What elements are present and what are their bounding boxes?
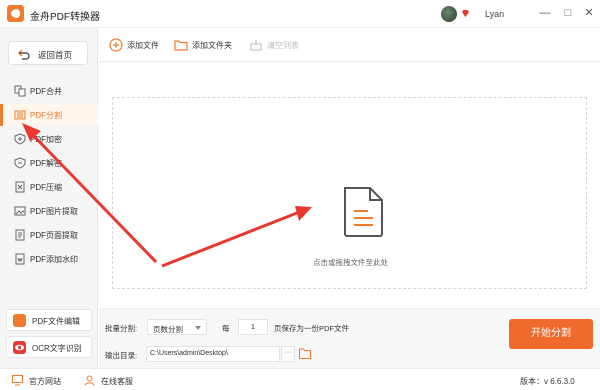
- toolbar: 添加文件 添加文件夹 清空列表: [99, 28, 600, 62]
- save-as-label: 页保存为一份PDF文件: [274, 324, 349, 333]
- minimize-button[interactable]: —: [538, 6, 552, 20]
- output-path-input[interactable]: C:\Users\admin\Desktop\: [146, 346, 280, 362]
- support-person-icon: [84, 375, 95, 386]
- clear-list-label: 清空列表: [267, 41, 299, 50]
- decrypt-icon: [14, 157, 26, 169]
- output-dir-label: 输出目录:: [105, 351, 138, 360]
- sidebar: 返回首页 PDF合并 PDF分割 PDF加密 PDF解密 PDF压缩 PDF图片…: [0, 28, 98, 368]
- maximize-button[interactable]: □: [561, 6, 575, 20]
- pdf-editor-button[interactable]: PDF文件编辑: [6, 309, 92, 331]
- split-mode-value: 页数分割: [153, 325, 183, 334]
- document-icon: [344, 187, 383, 237]
- merge-icon: [14, 85, 26, 97]
- sidebar-item-label: PDF合并: [30, 87, 62, 96]
- sidebar-item-label: PDF加密: [30, 135, 62, 144]
- version-text: 版本：v 6.6.3.0: [520, 377, 575, 386]
- app-logo-icon: [7, 5, 24, 22]
- add-file-label: 添加文件: [127, 41, 159, 50]
- sidebar-item-pdf-page-extract[interactable]: PDF页面提取: [0, 224, 98, 246]
- clear-list-icon: [250, 40, 262, 51]
- sidebar-item-pdf-split[interactable]: PDF分割: [0, 104, 98, 126]
- sidebar-item-pdf-decrypt[interactable]: PDF解密: [0, 152, 98, 174]
- folder-icon: [174, 40, 188, 51]
- browse-button[interactable]: ···: [281, 346, 295, 362]
- vip-diamond-icon[interactable]: [461, 9, 470, 18]
- sidebar-item-label: PDF添加水印: [30, 255, 78, 264]
- app-title: 金舟PDF转换器: [30, 12, 100, 23]
- drop-zone[interactable]: 点击或拖拽文件至此处: [112, 97, 587, 289]
- add-folder-label: 添加文件夹: [192, 41, 232, 50]
- official-website-label: 官方网站: [29, 377, 61, 386]
- ocr-button[interactable]: OCR文字识别: [6, 336, 92, 358]
- plus-circle-icon: [109, 38, 123, 52]
- back-arrow-icon: [18, 49, 30, 60]
- pdf-editor-icon: [13, 314, 26, 327]
- sidebar-item-label: PDF分割: [30, 111, 62, 120]
- file-list-area: 点击或拖拽文件至此处: [99, 62, 600, 307]
- monitor-icon: [12, 375, 23, 386]
- close-button[interactable]: ✕: [582, 6, 596, 20]
- drop-hint-text: 点击或拖拽文件至此处: [313, 258, 388, 267]
- sidebar-item-pdf-encrypt[interactable]: PDF加密: [0, 128, 98, 150]
- sidebar-item-label: PDF解密: [30, 159, 62, 168]
- image-extract-icon: [14, 206, 26, 216]
- batch-split-label: 批量分割:: [105, 324, 138, 333]
- settings-panel: 批量分割: 页数分割 每 1 页保存为一份PDF文件 输出目录: C:\User…: [99, 308, 600, 368]
- open-folder-icon[interactable]: [299, 348, 311, 359]
- start-split-button[interactable]: 开始分割: [509, 319, 593, 349]
- sidebar-item-pdf-image-extract[interactable]: PDF图片提取: [0, 200, 98, 222]
- chevron-down-icon: [195, 326, 201, 330]
- username[interactable]: Lyan: [485, 9, 504, 19]
- ocr-icon: [13, 341, 26, 354]
- compress-icon: [15, 181, 25, 193]
- pdf-editor-label: PDF文件编辑: [32, 317, 80, 326]
- ocr-label: OCR文字识别: [32, 344, 82, 353]
- every-label: 每: [222, 324, 230, 333]
- user-avatar[interactable]: [441, 6, 457, 22]
- sidebar-item-label: PDF压缩: [30, 183, 62, 192]
- pages-per-file-input[interactable]: 1: [238, 319, 268, 335]
- page-extract-icon: [15, 229, 25, 241]
- back-home-button[interactable]: 返回首页: [8, 41, 88, 65]
- split-icon: [14, 110, 26, 120]
- sidebar-item-pdf-compress[interactable]: PDF压缩: [0, 176, 98, 198]
- watermark-icon: [15, 253, 25, 265]
- status-bar: 官方网站 在线客服 版本：v 6.6.3.0: [0, 368, 600, 390]
- sidebar-item-pdf-merge[interactable]: PDF合并: [0, 80, 98, 102]
- online-support-label: 在线客服: [101, 377, 133, 386]
- sidebar-item-label: PDF图片提取: [30, 207, 78, 216]
- sidebar-item-pdf-watermark[interactable]: PDF添加水印: [0, 248, 98, 270]
- title-bar: 金舟PDF转换器 Lyan — □ ✕: [0, 0, 600, 28]
- back-home-label: 返回首页: [38, 50, 73, 60]
- encrypt-icon: [14, 133, 26, 145]
- split-mode-select[interactable]: 页数分割: [147, 319, 207, 335]
- sidebar-item-label: PDF页面提取: [30, 231, 78, 240]
